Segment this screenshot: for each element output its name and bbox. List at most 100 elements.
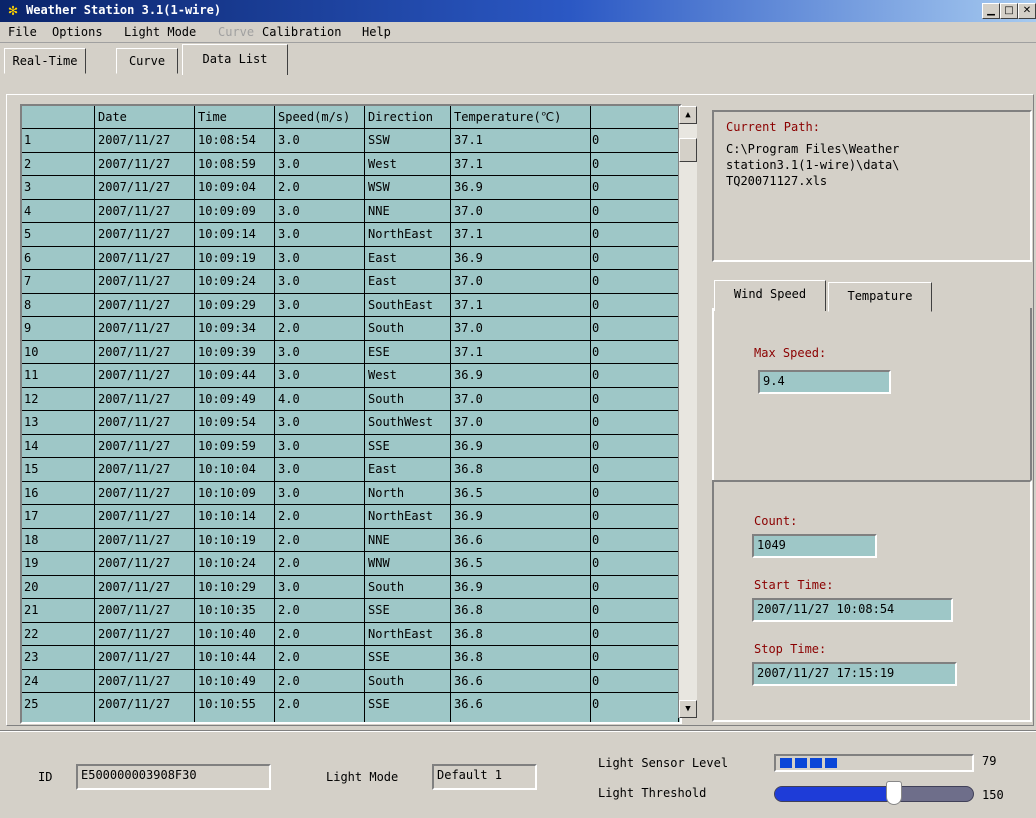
light-threshold-value: 150 (982, 788, 1004, 802)
table-row[interactable]: 7 2007/11/27 10:09:24 3.0 East 37.0 0 (22, 269, 680, 292)
table-row[interactable]: 25 2007/11/27 10:10:55 2.0 SSE 36.6 0 (22, 692, 680, 715)
row-date: 2007/11/27 (98, 626, 171, 641)
table-row[interactable]: 21 2007/11/27 10:10:35 2.0 SSE 36.8 0 (22, 598, 680, 621)
level-segment (810, 758, 822, 768)
row-date: 2007/11/27 (98, 391, 171, 406)
maximize-button[interactable]: □ (1000, 3, 1018, 19)
table-row[interactable]: 24 2007/11/27 10:10:49 2.0 South 36.6 0 (22, 668, 680, 692)
header-date: Date (98, 110, 127, 124)
menu-options[interactable]: Options (52, 25, 103, 39)
row-extra: 0 (592, 673, 600, 688)
row-direction: South (368, 391, 405, 406)
wind-speed-panel: Max Speed: 9.4 (712, 308, 1032, 482)
row-temperature: 37.1 (454, 227, 483, 241)
table-row[interactable]: 23 2007/11/27 10:10:44 2.0 SSE 36.8 0 (22, 645, 680, 668)
light-threshold-slider[interactable] (774, 781, 974, 805)
row-direction: North (368, 485, 405, 500)
tab-wind-speed[interactable]: Wind Speed (714, 280, 826, 311)
row-extra: 0 (592, 133, 600, 147)
table-row[interactable]: 22 2007/11/27 10:10:40 2.0 NorthEast 36.8 0 (22, 621, 680, 645)
bottom-divider (0, 730, 1036, 732)
row-date: 2007/11/27 (98, 203, 171, 218)
row-direction: NNE (368, 203, 390, 218)
data-grid[interactable]: Date Time Speed(m/s) Direction Temperatu… (20, 104, 682, 724)
row-direction: SouthWest (368, 415, 434, 429)
row-date: 2007/11/27 (98, 274, 171, 288)
light-mode-label: Light Mode (326, 770, 399, 784)
table-row[interactable]: 18 2007/11/27 10:10:19 2.0 NNE 36.6 0 (22, 527, 680, 551)
level-segment (795, 758, 807, 768)
menu-help[interactable]: Help (362, 25, 391, 39)
table-row[interactable]: 19 2007/11/27 10:10:24 2.0 WNW 36.5 0 (22, 551, 680, 574)
row-index: 22 (24, 626, 39, 641)
scroll-thumb[interactable] (679, 138, 697, 162)
row-time: 10:10:35 (198, 603, 256, 617)
slider-knob[interactable] (885, 781, 902, 805)
row-time: 10:09:04 (198, 180, 256, 194)
row-index: 21 (24, 603, 39, 617)
table-row[interactable]: 5 2007/11/27 10:09:14 3.0 NorthEast 37.1 0 (22, 222, 680, 245)
tab-curve[interactable]: Curve (116, 48, 178, 74)
row-extra: 0 (592, 626, 600, 641)
table-row[interactable]: 14 2007/11/27 10:09:59 3.0 SSE 36.9 0 (22, 433, 680, 457)
row-temperature: 36.8 (454, 603, 483, 617)
scroll-up-arrow[interactable]: ▲ (679, 106, 697, 124)
grid-vertical-scrollbar[interactable]: ▲ ▼ (678, 106, 697, 718)
row-time: 10:10:49 (198, 673, 256, 688)
table-row[interactable]: 4 2007/11/27 10:09:09 3.0 NNE 37.0 0 (22, 198, 680, 222)
summary-panel: Count: 1049 Start Time: 2007/11/27 10:08… (712, 480, 1032, 722)
table-row[interactable]: 12 2007/11/27 10:09:49 4.0 South 37.0 0 (22, 386, 680, 410)
row-temperature: 37.1 (454, 344, 483, 359)
menu-file[interactable]: File (8, 25, 37, 39)
row-time: 10:09:19 (198, 250, 256, 265)
table-row[interactable]: 9 2007/11/27 10:09:34 2.0 South 37.0 0 (22, 316, 680, 339)
row-extra: 0 (592, 227, 600, 241)
table-row[interactable]: 13 2007/11/27 10:09:54 3.0 SouthWest 37.0 0 (22, 410, 680, 433)
tab-data-list[interactable]: Data List (182, 44, 288, 75)
scroll-down-arrow[interactable]: ▼ (679, 700, 697, 718)
row-date: 2007/11/27 (98, 180, 171, 194)
row-temperature: 37.0 (454, 415, 483, 429)
table-row[interactable]: 8 2007/11/27 10:09:29 3.0 SouthEast 37.1 0 (22, 292, 680, 316)
row-speed: 3.0 (278, 415, 300, 429)
row-temperature: 37.0 (454, 203, 483, 218)
menu-calibration[interactable]: Calibration (262, 25, 341, 39)
row-index: 16 (24, 485, 39, 500)
table-row[interactable]: 6 2007/11/27 10:09:19 3.0 East 36.9 0 (22, 245, 680, 269)
minimize-button[interactable]: ▁ (982, 3, 1000, 19)
row-direction: NorthEast (368, 227, 434, 241)
table-row[interactable]: 16 2007/11/27 10:10:09 3.0 North 36.5 0 (22, 480, 680, 504)
row-index: 20 (24, 579, 39, 594)
row-index: 8 (24, 297, 32, 312)
table-row[interactable]: 2 2007/11/27 10:08:59 3.0 West 37.1 0 (22, 151, 680, 175)
header-direction: Direction (368, 110, 434, 124)
row-time: 10:10:40 (198, 626, 256, 641)
menu-light-mode[interactable]: Light Mode (124, 25, 196, 39)
row-speed: 4.0 (278, 391, 300, 406)
current-path-box: Current Path: C:\Program Files\Weather s… (712, 110, 1032, 262)
row-extra: 0 (592, 250, 600, 265)
row-temperature: 37.0 (454, 391, 483, 406)
row-time: 10:10:19 (198, 532, 256, 547)
row-temperature: 36.9 (454, 180, 483, 194)
row-date: 2007/11/27 (98, 603, 171, 617)
table-row[interactable]: 10 2007/11/27 10:09:39 3.0 ESE 37.1 0 (22, 339, 680, 363)
table-row[interactable]: 3 2007/11/27 10:09:04 2.0 WSW 36.9 0 (22, 175, 680, 198)
row-temperature: 36.9 (454, 579, 483, 594)
table-row[interactable]: 20 2007/11/27 10:10:29 3.0 South 36.9 0 (22, 574, 680, 598)
table-row[interactable]: 15 2007/11/27 10:10:04 3.0 East 36.8 0 (22, 457, 680, 480)
tab-real-time[interactable]: Real-Time (4, 48, 86, 74)
table-row[interactable]: 1 2007/11/27 10:08:54 3.0 SSW 37.1 0 (22, 128, 680, 151)
row-speed: 3.0 (278, 368, 300, 382)
row-extra: 0 (592, 485, 600, 500)
table-row[interactable]: 11 2007/11/27 10:09:44 3.0 West 36.9 0 (22, 363, 680, 386)
table-row[interactable]: 17 2007/11/27 10:10:14 2.0 NorthEast 36.9 0 (22, 504, 680, 527)
header-speed: Speed(m/s) (278, 110, 351, 124)
row-extra: 0 (592, 274, 600, 288)
row-date: 2007/11/27 (98, 227, 171, 241)
row-time: 10:10:55 (198, 697, 256, 711)
row-temperature: 36.9 (454, 438, 483, 453)
stop-time-field: 2007/11/27 17:15:19 (752, 662, 957, 686)
row-speed: 3.0 (278, 297, 300, 312)
close-button[interactable]: ✕ (1018, 3, 1036, 19)
